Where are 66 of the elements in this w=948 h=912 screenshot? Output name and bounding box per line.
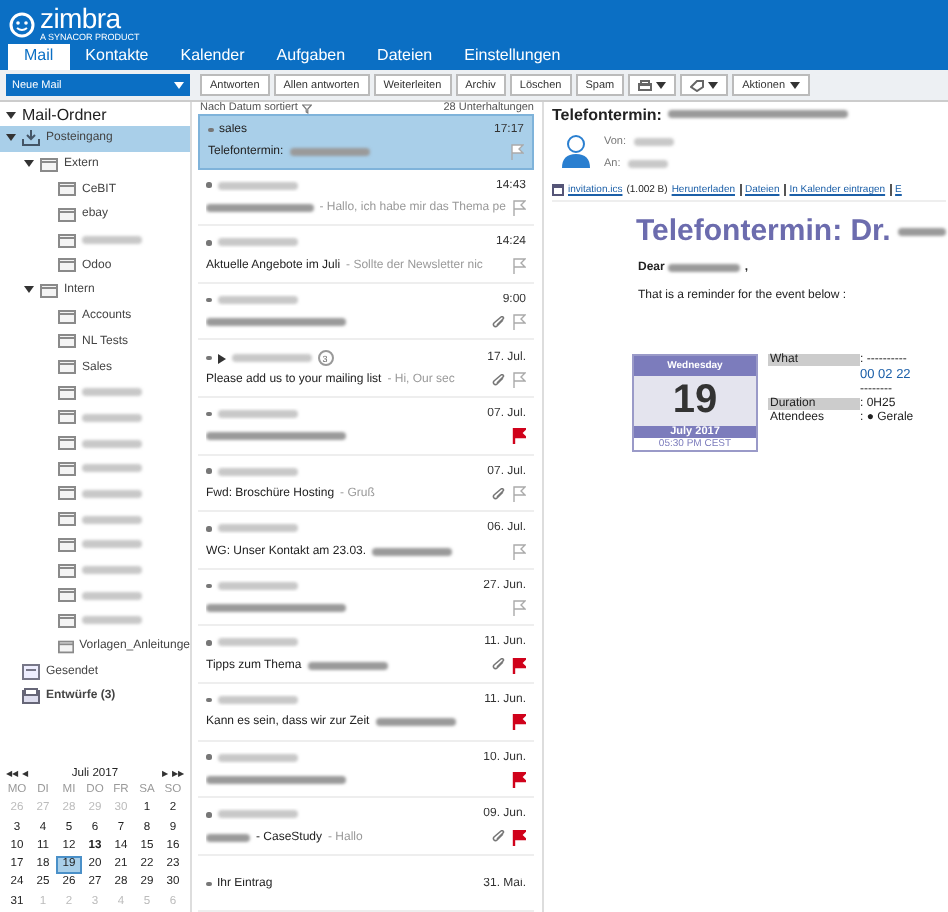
folder-icon — [58, 360, 76, 375]
folders-header[interactable]: Mail-Ordner — [22, 105, 107, 123]
app-tab[interactable]: Einstellungen — [448, 44, 577, 70]
printer-icon — [638, 79, 653, 91]
folder-icon — [58, 588, 76, 603]
redacted-text — [628, 159, 669, 167]
caret-icon[interactable] — [6, 131, 16, 142]
folder-icon — [58, 385, 76, 400]
folder-icon — [58, 334, 76, 349]
app-tab[interactable]: Kontakte — [69, 44, 165, 70]
logo-text: zimbra — [40, 6, 121, 32]
flag-icon[interactable] — [512, 543, 526, 560]
flag-icon[interactable] — [512, 372, 526, 389]
folder-icon — [40, 157, 58, 172]
caret-icon[interactable] — [6, 109, 16, 119]
caret-icon[interactable] — [708, 80, 719, 90]
folder-icon — [40, 283, 58, 298]
caret-icon[interactable] — [24, 283, 34, 294]
app-tab[interactable]: Aufgaben — [260, 44, 362, 70]
flag-icon[interactable] — [512, 829, 526, 846]
folder-icon — [58, 613, 76, 628]
flag-icon[interactable] — [512, 486, 526, 502]
flag-icon[interactable] — [512, 200, 526, 217]
caret-icon[interactable] — [656, 80, 667, 90]
flag-icon[interactable] — [512, 314, 526, 331]
flag-icon[interactable] — [512, 714, 526, 731]
flag-icon[interactable] — [512, 428, 526, 445]
folder-icon — [22, 663, 40, 680]
app-tab[interactable]: Dateien — [361, 44, 449, 70]
folder-icon — [58, 182, 76, 197]
print-button[interactable] — [628, 74, 677, 96]
avatar-icon — [560, 134, 592, 170]
inbox-icon — [22, 130, 40, 147]
folder-icon — [58, 233, 76, 248]
folder-icon — [58, 563, 76, 578]
flag-icon[interactable] — [512, 771, 526, 788]
folder-icon — [57, 639, 74, 654]
folder-icon — [58, 512, 76, 527]
folder-icon — [58, 537, 76, 552]
folder-icon — [58, 410, 76, 425]
filter-icon[interactable] — [301, 103, 312, 113]
folder-icon — [58, 258, 76, 273]
folder-icon — [58, 486, 76, 501]
flag-icon[interactable] — [510, 143, 524, 160]
redacted-text — [634, 137, 675, 145]
folder-icon — [58, 461, 76, 476]
logo-icon — [8, 11, 36, 37]
event-heading: Telefontermin: Dr. — [636, 214, 891, 248]
drafts-icon — [22, 688, 40, 705]
flag-icon[interactable] — [512, 600, 526, 617]
message-title: Telefontermin: — [552, 105, 662, 123]
app-tab[interactable]: Mail — [8, 44, 70, 70]
tag-button[interactable] — [680, 74, 729, 96]
redacted-text — [898, 227, 947, 235]
folder-icon — [58, 309, 76, 324]
flag-icon[interactable] — [512, 657, 526, 674]
redacted-text — [668, 264, 741, 272]
caret-icon[interactable] — [789, 80, 799, 90]
folder-icon — [58, 436, 76, 451]
expand-icon[interactable] — [217, 353, 225, 364]
caret-icon[interactable] — [24, 157, 34, 168]
folder-icon — [58, 207, 76, 222]
calendar-file-icon — [552, 184, 564, 196]
flag-icon[interactable] — [512, 257, 526, 274]
app-tab[interactable]: Kalender — [164, 44, 261, 70]
tag-icon — [690, 79, 705, 91]
